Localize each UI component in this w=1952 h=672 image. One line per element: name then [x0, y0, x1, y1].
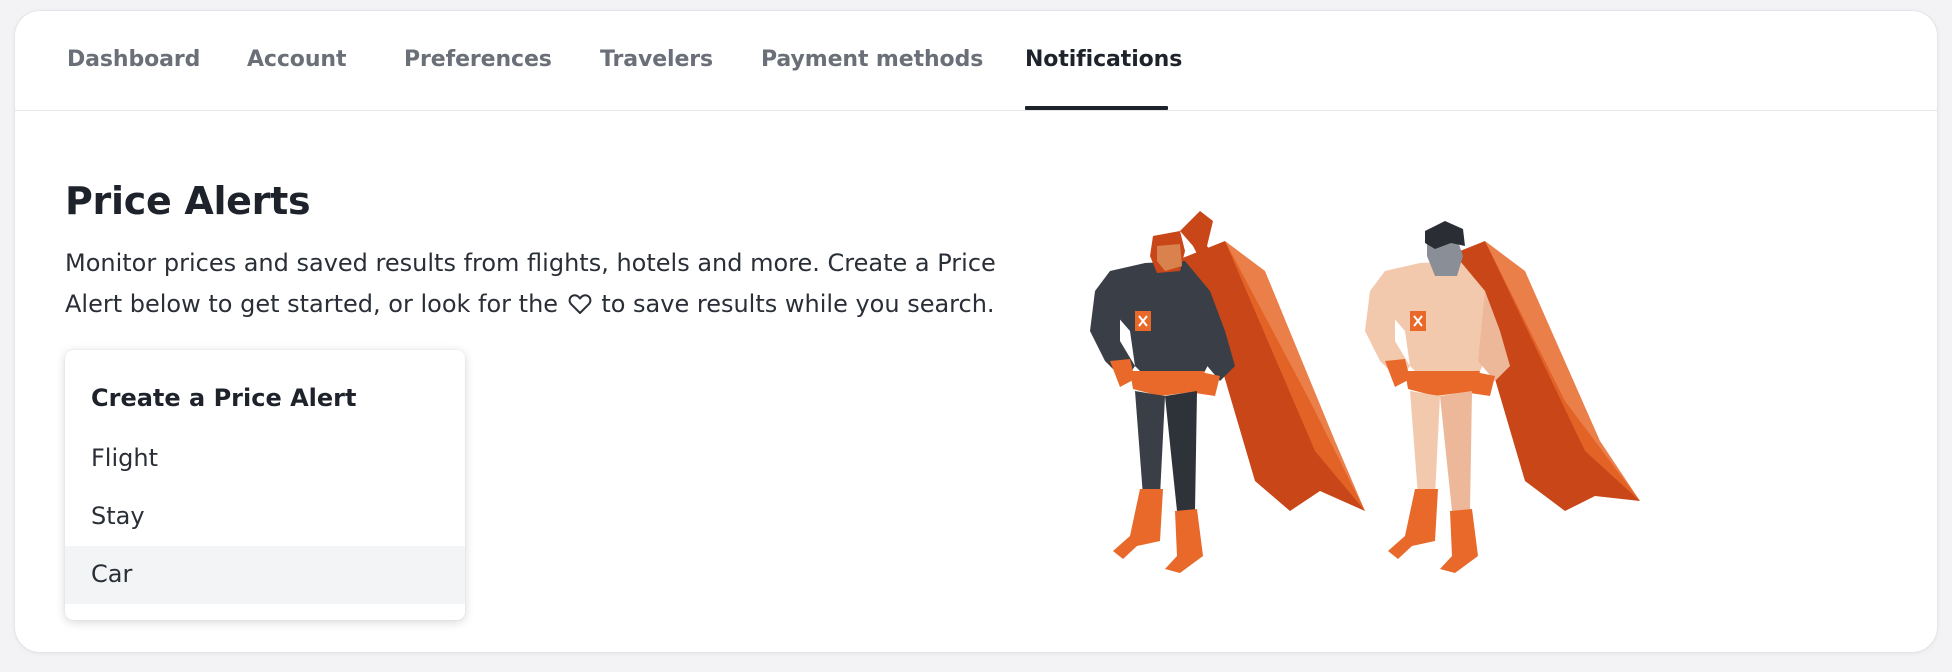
- page-description: Monitor prices and saved results from fl…: [65, 243, 1025, 325]
- create-price-alert-menu: Create a Price Alert Flight Stay Car: [65, 350, 465, 620]
- tab-payment-methods[interactable]: Payment methods: [761, 47, 983, 72]
- tab-notifications[interactable]: Notifications: [1025, 47, 1182, 72]
- hero-dark-figure: [1090, 211, 1365, 573]
- description-text-part2: to save results while you search.: [601, 290, 995, 318]
- tab-account[interactable]: Account: [247, 47, 346, 72]
- menu-item-stay[interactable]: Stay: [65, 488, 465, 546]
- menu-item-car[interactable]: Car: [65, 546, 465, 604]
- menu-title: Create a Price Alert: [91, 384, 357, 412]
- active-tab-indicator: [1025, 106, 1168, 110]
- notifications-card: Dashboard Account Preferences Travelers …: [14, 10, 1938, 653]
- tab-preferences[interactable]: Preferences: [404, 47, 552, 72]
- heart-outline-icon: [568, 294, 592, 314]
- page-title: Price Alerts: [65, 179, 311, 223]
- menu-item-label: Flight: [91, 444, 158, 472]
- account-tabs: Dashboard Account Preferences Travelers …: [15, 11, 1937, 111]
- hero-light-figure: [1365, 221, 1640, 573]
- menu-item-label: Stay: [91, 502, 145, 530]
- tab-travelers[interactable]: Travelers: [600, 47, 713, 72]
- menu-item-flight[interactable]: Flight: [65, 430, 465, 488]
- superheroes-illustration: [1090, 211, 1640, 573]
- menu-item-label: Car: [91, 560, 133, 588]
- tab-dashboard[interactable]: Dashboard: [67, 47, 200, 72]
